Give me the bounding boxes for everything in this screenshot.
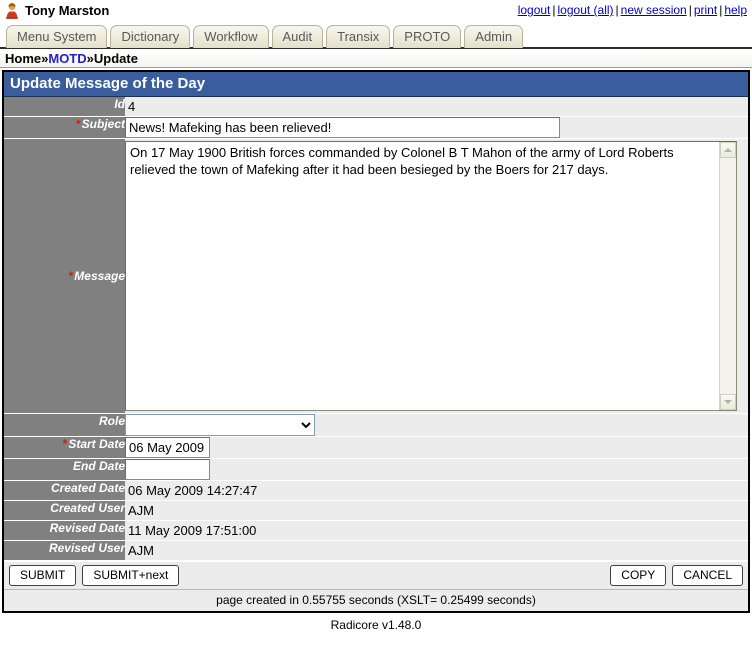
- label-start-date: *Start Date: [4, 437, 125, 459]
- value-start-date: [125, 437, 748, 459]
- scroll-up-button[interactable]: [720, 142, 736, 158]
- label-end-date: End Date: [4, 459, 125, 481]
- form-row-end-date: End Date: [4, 459, 748, 481]
- tab-label: Audit: [283, 29, 313, 44]
- button-bar: SUBMIT SUBMIT+next COPY CANCEL: [4, 561, 748, 589]
- form-row-subject: *Subject: [4, 117, 748, 139]
- tab-label: Dictionary: [121, 29, 179, 44]
- logout-all-link[interactable]: logout (all): [558, 3, 614, 17]
- header-links: logout|logout (all)|new session|print|he…: [518, 2, 747, 18]
- label-text: End Date: [73, 459, 125, 473]
- label-text: Revised User: [49, 541, 125, 555]
- status-bar: page created in 0.55755 seconds (XSLT= 0…: [4, 589, 748, 611]
- form-row-created-user: Created User AJM: [4, 501, 748, 521]
- breadcrumb-home: Home: [5, 51, 41, 66]
- value-revised-user: AJM: [125, 541, 748, 561]
- value-subject: [125, 117, 748, 139]
- copy-button[interactable]: COPY: [610, 565, 666, 586]
- role-select[interactable]: [125, 414, 315, 436]
- label-created-user: Created User: [4, 501, 125, 521]
- form-row-start-date: *Start Date: [4, 437, 748, 459]
- label-subject: *Subject: [4, 117, 125, 139]
- link-separator: |: [550, 3, 557, 17]
- logout-link[interactable]: logout: [518, 3, 551, 17]
- label-text: Id: [114, 97, 125, 111]
- form-row-revised-date: Revised Date 11 May 2009 17:51:00: [4, 521, 748, 541]
- breadcrumb-separator: »: [87, 51, 94, 66]
- tab-menu-system[interactable]: Menu System: [6, 25, 107, 48]
- main-panel: Update Message of the Day Id 4 *Subject …: [2, 70, 750, 613]
- end-date-input[interactable]: [125, 459, 210, 480]
- label-text: Revised Date: [50, 521, 125, 535]
- user-bar: Tony Marston logout|logout (all)|new ses…: [0, 0, 752, 21]
- form-row-message: *Message On 17 May 1900 British forces c…: [4, 139, 748, 414]
- label-id: Id: [4, 97, 125, 117]
- label-text: Subject: [82, 117, 125, 131]
- new-session-link[interactable]: new session: [621, 3, 687, 17]
- label-text: Role: [99, 414, 125, 428]
- footer-version: Radicore v1.48.0: [0, 613, 752, 632]
- tab-workflow[interactable]: Workflow: [193, 25, 268, 48]
- start-date-input[interactable]: [125, 437, 210, 458]
- link-separator: |: [614, 3, 621, 17]
- tab-label: Workflow: [204, 29, 257, 44]
- main-tab-strip: Menu System Dictionary Workflow Audit Tr…: [0, 21, 752, 47]
- value-end-date: [125, 459, 748, 481]
- value-role: [125, 414, 748, 437]
- label-revised-user: Revised User: [4, 541, 125, 561]
- value-message: On 17 May 1900 British forces commanded …: [125, 139, 748, 414]
- link-separator: |: [687, 3, 694, 17]
- chevron-down-icon: [724, 400, 732, 404]
- message-scrollbar[interactable]: [719, 142, 736, 410]
- tab-label: PROTO: [404, 29, 450, 44]
- form-row-revised-user: Revised User AJM: [4, 541, 748, 561]
- value-created-user: AJM: [125, 501, 748, 521]
- tab-proto[interactable]: PROTO: [393, 25, 461, 48]
- scroll-down-button[interactable]: [720, 394, 736, 410]
- cancel-button[interactable]: CANCEL: [672, 565, 743, 586]
- label-revised-date: Revised Date: [4, 521, 125, 541]
- form-row-id: Id 4: [4, 97, 748, 117]
- label-text: Start Date: [68, 437, 125, 451]
- chevron-up-icon: [724, 148, 732, 152]
- submit-next-button[interactable]: SUBMIT+next: [82, 565, 179, 586]
- tab-label: Transix: [337, 29, 379, 44]
- button-group-right: COPY CANCEL: [610, 565, 743, 586]
- label-text: Created User: [50, 501, 125, 515]
- tab-audit[interactable]: Audit: [272, 25, 324, 48]
- message-textarea[interactable]: On 17 May 1900 British forces commanded …: [126, 142, 719, 410]
- breadcrumb-current: Update: [94, 51, 138, 66]
- tab-admin[interactable]: Admin: [464, 25, 523, 48]
- label-role: Role: [4, 414, 125, 437]
- tab-label: Menu System: [17, 29, 96, 44]
- submit-button[interactable]: SUBMIT: [9, 565, 76, 586]
- label-text: Message: [74, 269, 125, 283]
- user-icon: [4, 2, 20, 19]
- help-link[interactable]: help: [724, 3, 747, 17]
- form-row-role: Role: [4, 414, 748, 437]
- label-created-date: Created Date: [4, 481, 125, 501]
- button-group-left: SUBMIT SUBMIT+next: [9, 565, 179, 586]
- breadcrumb: Home»MOTD»Update: [0, 47, 752, 68]
- tab-transix[interactable]: Transix: [326, 25, 390, 48]
- message-textarea-wrapper: On 17 May 1900 British forces commanded …: [125, 141, 737, 411]
- update-form: Id 4 *Subject *Message On 17 May 1900 Br…: [4, 97, 748, 561]
- subject-input[interactable]: [125, 117, 560, 138]
- form-row-created-date: Created Date 06 May 2009 14:27:47: [4, 481, 748, 501]
- label-message: *Message: [4, 139, 125, 414]
- user-identity: Tony Marston: [4, 2, 109, 19]
- label-text: Created Date: [51, 481, 125, 495]
- value-created-date: 06 May 2009 14:27:47: [125, 481, 748, 501]
- user-name: Tony Marston: [25, 3, 109, 19]
- value-revised-date: 11 May 2009 17:51:00: [125, 521, 748, 541]
- print-link[interactable]: print: [694, 3, 717, 17]
- tab-dictionary[interactable]: Dictionary: [110, 25, 190, 48]
- tab-label: Admin: [475, 29, 512, 44]
- breadcrumb-link-motd[interactable]: MOTD: [48, 51, 86, 66]
- page-title: Update Message of the Day: [4, 72, 748, 97]
- value-id: 4: [125, 97, 748, 117]
